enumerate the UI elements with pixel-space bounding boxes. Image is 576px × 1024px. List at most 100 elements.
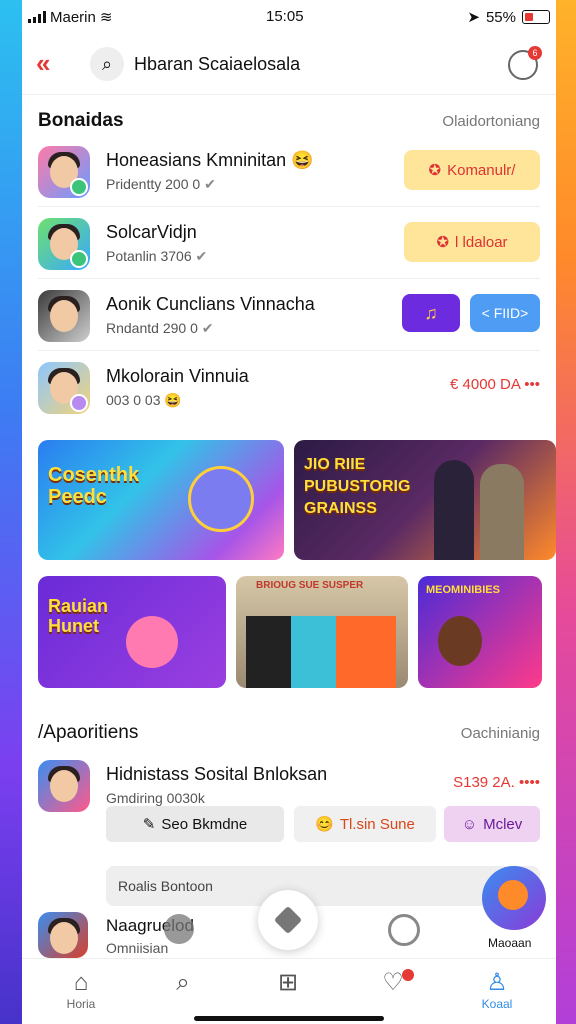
chip-button[interactable]: ☺ Mclev — [444, 806, 540, 842]
avatar — [38, 760, 90, 812]
center-action-button[interactable] — [258, 890, 318, 950]
section-header-1: Bonaidas Olaidortoniang — [38, 110, 540, 132]
avatar — [38, 290, 90, 342]
item-name: Aonik Cunclians Vinnacha — [106, 294, 315, 314]
phone-screen: Maerin ≋ 15:05 ➤ 55% « ⌕ Hbaran Scaiaelo… — [22, 0, 556, 1024]
item-sub: Omniisian — [106, 940, 169, 956]
carrier-label: Maerin — [50, 8, 96, 26]
tab-create[interactable]: ⊞ — [253, 969, 323, 997]
list-item[interactable]: Honeasians Kmninitan 😆 Pridentty 200 0 ✔… — [38, 138, 540, 207]
tab-label: Koaal — [481, 997, 513, 1011]
card-title: JIO RIIE PUBUSTORIG GRAINSS — [304, 456, 411, 517]
gift-icon: ✪ — [436, 234, 450, 251]
search-icon: ⌕ — [176, 969, 190, 996]
more-icon: ••• — [524, 376, 540, 393]
section-action[interactable]: Olaidortoniang — [442, 113, 540, 130]
battery-icon — [522, 10, 550, 24]
notification-icon[interactable]: 6 — [508, 46, 542, 80]
avatar — [38, 218, 90, 270]
price-label: S139 2A. •••• — [453, 774, 540, 791]
tab-home[interactable]: ⌂ Horia — [46, 969, 116, 1011]
status-bar: Maerin ≋ 15:05 ➤ 55% — [22, 0, 556, 34]
promo-card[interactable]: JIO RIIE PUBUSTORIG GRAINSS — [294, 440, 556, 560]
list-item[interactable]: Aonik Cunclians Vinnacha Rndantd 290 0 ✔… — [38, 282, 540, 351]
search-text: Hbaran Scaiaelosala — [134, 53, 301, 74]
card-title: Cosenthk Peedc — [48, 464, 140, 508]
music-button[interactable]: ♫ — [402, 294, 460, 332]
action-button[interactable]: ✪ Komanulr/ — [404, 150, 540, 190]
robot-character-icon — [188, 466, 254, 532]
promo-card[interactable]: BRIOUG SUE SUSPER — [236, 576, 408, 688]
signal-icon — [28, 11, 46, 23]
music-note-icon: ♫ — [424, 302, 438, 323]
tab-social[interactable]: ♙ Koaal — [462, 969, 532, 1011]
bird-icon — [498, 880, 528, 910]
list-item[interactable]: Hidnistass Sosital Bnloksan Gmdiring 003… — [38, 752, 540, 812]
item-sub: Pridentty 200 0 ✔ — [106, 176, 216, 192]
tab-search[interactable]: ⌕ — [148, 969, 218, 997]
item-name: Hidnistass Sosital Bnloksan — [106, 764, 328, 784]
performer-image — [480, 464, 524, 560]
gift-icon: ✪ — [428, 162, 442, 179]
avatar-icon: ☺ — [461, 815, 478, 833]
character-icon — [438, 616, 482, 666]
verified-icon: ✔ — [195, 248, 208, 264]
heart-icon: ♡ — [382, 969, 404, 996]
avatar — [38, 912, 88, 958]
search-bar[interactable]: ⌕ Hbaran Scaiaelosala — [90, 46, 350, 82]
promo-card[interactable]: Rauian Hunet — [38, 576, 226, 688]
tab-label: Horia — [66, 997, 96, 1011]
item-sub: Rndantd 290 0 ✔ — [106, 320, 214, 336]
location-icon: ➤ — [467, 9, 480, 26]
profile-icon: ♙ — [486, 969, 508, 996]
wifi-icon: ≋ — [99, 9, 113, 26]
notification-badge: 6 — [528, 46, 542, 60]
timer-icon[interactable] — [388, 914, 420, 946]
message-input[interactable]: Roalis Bontoon — [106, 866, 540, 906]
section-title: Bonaidas — [38, 110, 124, 131]
search-float-icon[interactable] — [164, 914, 194, 944]
action-button[interactable]: ✪ l ldaloar — [404, 222, 540, 262]
item-name: Mkolorain Vinnuia — [106, 366, 249, 386]
list-item[interactable]: SolcarVidjn Potanlin 3706 ✔ ✪ l ldaloar — [38, 210, 540, 279]
tab-likes[interactable]: ♡ — [358, 969, 428, 997]
emoji-icon: 😆 — [164, 392, 182, 408]
promo-card[interactable]: MEOMINIBIES — [418, 576, 542, 688]
performer-image — [434, 460, 474, 560]
home-indicator — [194, 1016, 384, 1021]
diamond-icon — [273, 905, 303, 935]
pencil-icon: ✎ — [142, 816, 156, 833]
section-title: /Apaoritiens — [38, 722, 139, 743]
verified-icon: ✔ — [201, 320, 214, 336]
more-icon: •••• — [518, 774, 540, 791]
chip-button[interactable]: ✎ Seo Bkmdne — [106, 806, 284, 842]
verified-icon: ✔ — [204, 176, 216, 192]
play-button[interactable]: < FIID> — [470, 294, 540, 332]
tab-bar: ⌂ Horia ⌕ ⊞ ♡ ♙ Koaal — [22, 958, 556, 1024]
emoji-icon: 😊 — [315, 816, 334, 833]
bottom-row[interactable]: Naagruelod Omniisian — [38, 910, 278, 958]
avatar — [38, 362, 90, 414]
promo-card[interactable]: Cosenthk Peedc — [38, 440, 284, 560]
top-bar: « ⌕ Hbaran Scaiaelosala 6 — [22, 38, 556, 95]
item-sub: Potanlin 3706 ✔ — [106, 248, 208, 264]
fab-button[interactable] — [482, 866, 546, 930]
chip-button[interactable]: 😊 Tl.sin Sune — [294, 806, 436, 842]
emoji-icon: 😆 — [291, 150, 314, 170]
card-title: Rauian Hunet — [48, 596, 109, 636]
card-title: BRIOUG SUE SUSPER — [256, 580, 364, 591]
item-name: SolcarVidjn — [106, 222, 197, 242]
status-right: ➤ 55% — [467, 8, 550, 26]
input-text: Roalis Bontoon — [118, 878, 213, 894]
status-time: 15:05 — [266, 8, 304, 25]
card-title: MEOMINIBIES — [426, 584, 500, 596]
status-left: Maerin ≋ — [28, 8, 112, 26]
item-sub: Gmdiring 0030k — [106, 790, 205, 806]
search-icon: ⌕ — [90, 47, 124, 81]
group-photo — [246, 616, 396, 688]
list-item[interactable]: Mkolorain Vinnuia 003 0 03 😆 € 4000 DA •… — [38, 354, 540, 422]
likes-badge — [402, 969, 414, 981]
item-sub: 003 0 03 😆 — [106, 392, 182, 408]
back-icon[interactable]: « — [36, 48, 50, 79]
section-action[interactable]: Oachinianig — [461, 725, 540, 742]
